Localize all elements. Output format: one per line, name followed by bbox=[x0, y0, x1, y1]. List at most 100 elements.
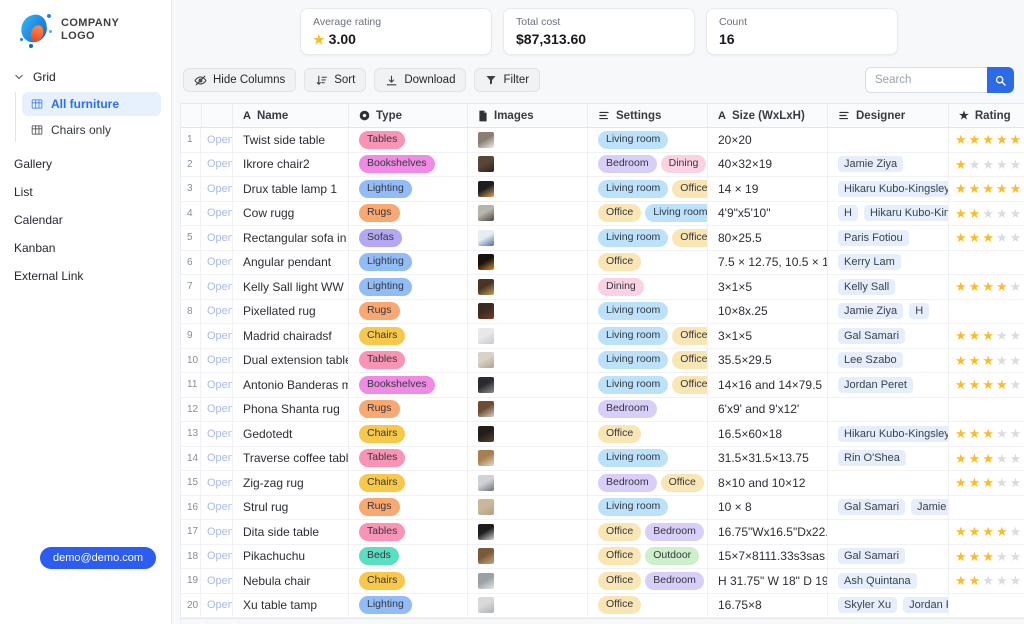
size-cell[interactable]: 7.5 × 12.75, 10.5 × 17.5 bbox=[708, 251, 828, 275]
type-cell[interactable]: Bookshelves bbox=[349, 373, 468, 397]
image-thumbnail[interactable] bbox=[478, 303, 494, 319]
designer-cell[interactable]: Kelly Sall bbox=[828, 275, 949, 299]
settings-cell[interactable]: OfficeBedroom bbox=[588, 520, 708, 544]
rating-cell[interactable] bbox=[949, 300, 1024, 324]
search-button[interactable] bbox=[987, 67, 1014, 93]
size-cell[interactable]: 16.5×60×18 bbox=[708, 422, 828, 446]
image-thumbnail[interactable] bbox=[478, 450, 494, 466]
settings-cell[interactable]: Living roomOffice bbox=[588, 349, 708, 373]
rating-cell[interactable] bbox=[949, 398, 1024, 422]
size-cell[interactable]: 14 × 19 bbox=[708, 177, 828, 201]
settings-cell[interactable]: Bedroom bbox=[588, 398, 708, 422]
open-record-link[interactable]: Open bbox=[201, 447, 233, 471]
rating-cell[interactable]: ★★★★★ bbox=[949, 275, 1024, 299]
type-cell[interactable]: Tables bbox=[349, 520, 468, 544]
name-cell[interactable]: Strul rug bbox=[233, 496, 349, 520]
type-cell[interactable]: Beds bbox=[349, 545, 468, 569]
rating-cell[interactable] bbox=[949, 251, 1024, 275]
size-cell[interactable]: 8×10 and 10×12 bbox=[708, 471, 828, 495]
designer-cell[interactable]: Rin O'Shea bbox=[828, 447, 949, 471]
settings-cell[interactable]: OfficeLiving room bbox=[588, 202, 708, 226]
designer-cell[interactable]: Kerry Lam bbox=[828, 251, 949, 275]
size-cell[interactable]: 14×16 and 14×79.5 bbox=[708, 373, 828, 397]
designer-cell[interactable] bbox=[828, 471, 949, 495]
header-rating[interactable]: ★ Rating bbox=[949, 104, 1024, 127]
images-cell[interactable] bbox=[468, 177, 588, 201]
images-cell[interactable] bbox=[468, 569, 588, 593]
images-cell[interactable] bbox=[468, 324, 588, 348]
name-cell[interactable]: Zig-zag rug bbox=[233, 471, 349, 495]
view-item-chairs-only[interactable]: Chairs only bbox=[22, 118, 161, 142]
rating-cell[interactable]: ★★★★★ bbox=[949, 422, 1024, 446]
type-cell[interactable]: Tables bbox=[349, 447, 468, 471]
designer-cell[interactable]: Gal SamariJamie Ziya bbox=[828, 496, 949, 520]
rating-cell[interactable]: ★★★★★ bbox=[949, 153, 1024, 177]
settings-cell[interactable]: Living room bbox=[588, 496, 708, 520]
name-cell[interactable]: Angular pendant bbox=[233, 251, 349, 275]
settings-cell[interactable]: Office bbox=[588, 251, 708, 275]
rating-cell[interactable]: ★★★★★ bbox=[949, 471, 1024, 495]
image-thumbnail[interactable] bbox=[478, 548, 494, 564]
type-cell[interactable]: Tables bbox=[349, 349, 468, 373]
size-cell[interactable]: 31.5×31.5×13.75 bbox=[708, 447, 828, 471]
open-record-link[interactable]: Open bbox=[201, 202, 233, 226]
image-thumbnail[interactable] bbox=[478, 475, 494, 491]
images-cell[interactable] bbox=[468, 373, 588, 397]
name-cell[interactable]: Antonio Banderas mooreti bbox=[233, 373, 349, 397]
size-cell[interactable]: 16.75×8 bbox=[708, 594, 828, 618]
images-cell[interactable] bbox=[468, 349, 588, 373]
sidebar-item-external-link[interactable]: External Link bbox=[0, 262, 171, 290]
image-thumbnail[interactable] bbox=[478, 205, 494, 221]
designer-cell[interactable]: Ash Quintana bbox=[828, 569, 949, 593]
name-cell[interactable]: Rectangular sofa in Blu... bbox=[233, 226, 349, 250]
header-settings[interactable]: Settings bbox=[588, 104, 708, 127]
open-record-link[interactable]: Open bbox=[201, 251, 233, 275]
settings-cell[interactable]: Living roomOffice bbox=[588, 226, 708, 250]
settings-cell[interactable]: BedroomDining bbox=[588, 153, 708, 177]
size-cell[interactable]: 4'9"x5'10" bbox=[708, 202, 828, 226]
size-cell[interactable]: 3×1×5 bbox=[708, 324, 828, 348]
images-cell[interactable] bbox=[468, 520, 588, 544]
settings-cell[interactable]: Living roomOffice bbox=[588, 177, 708, 201]
image-thumbnail[interactable] bbox=[478, 132, 494, 148]
size-cell[interactable]: 3×1×5 bbox=[708, 275, 828, 299]
name-cell[interactable]: Xu table tamp bbox=[233, 594, 349, 618]
settings-cell[interactable]: Office bbox=[588, 594, 708, 618]
image-thumbnail[interactable] bbox=[478, 230, 494, 246]
type-cell[interactable]: Rugs bbox=[349, 496, 468, 520]
search-input[interactable] bbox=[865, 67, 987, 93]
type-cell[interactable]: Lighting bbox=[349, 594, 468, 618]
rating-cell[interactable]: ★★★★★ bbox=[949, 202, 1024, 226]
name-cell[interactable]: Ikrore chair2 bbox=[233, 153, 349, 177]
image-thumbnail[interactable] bbox=[478, 254, 494, 270]
rating-cell[interactable]: ★★★★★ bbox=[949, 177, 1024, 201]
name-cell[interactable]: Phona Shanta rug bbox=[233, 398, 349, 422]
sidebar-item-list[interactable]: List bbox=[0, 178, 171, 206]
header-designer[interactable]: Designer bbox=[828, 104, 949, 127]
images-cell[interactable] bbox=[468, 545, 588, 569]
settings-cell[interactable]: Dining bbox=[588, 275, 708, 299]
type-cell[interactable]: Rugs bbox=[349, 202, 468, 226]
designer-cell[interactable]: Gal Samari bbox=[828, 324, 949, 348]
type-cell[interactable]: Sofas bbox=[349, 226, 468, 250]
images-cell[interactable] bbox=[468, 251, 588, 275]
open-record-link[interactable]: Open bbox=[201, 128, 233, 152]
sidebar-item-calendar[interactable]: Calendar bbox=[0, 206, 171, 234]
header-size[interactable]: A Size (WxLxH) bbox=[708, 104, 828, 127]
open-record-link[interactable]: Open bbox=[201, 496, 233, 520]
designer-cell[interactable] bbox=[828, 398, 949, 422]
type-cell[interactable]: Chairs bbox=[349, 422, 468, 446]
designer-cell[interactable]: Jamie ZiyaH bbox=[828, 300, 949, 324]
image-thumbnail[interactable] bbox=[478, 597, 494, 613]
images-cell[interactable] bbox=[468, 594, 588, 618]
header-name[interactable]: A Name bbox=[233, 104, 349, 127]
rating-cell[interactable]: ★★★★★ bbox=[949, 447, 1024, 471]
name-cell[interactable]: Drux table lamp 1 bbox=[233, 177, 349, 201]
image-thumbnail[interactable] bbox=[478, 499, 494, 515]
type-cell[interactable]: Lighting bbox=[349, 275, 468, 299]
settings-cell[interactable]: OfficeBedroom bbox=[588, 569, 708, 593]
size-cell[interactable]: 40×32×19 bbox=[708, 153, 828, 177]
images-cell[interactable] bbox=[468, 300, 588, 324]
open-record-link[interactable]: Open bbox=[201, 226, 233, 250]
name-cell[interactable]: Traverse coffee table bbox=[233, 447, 349, 471]
